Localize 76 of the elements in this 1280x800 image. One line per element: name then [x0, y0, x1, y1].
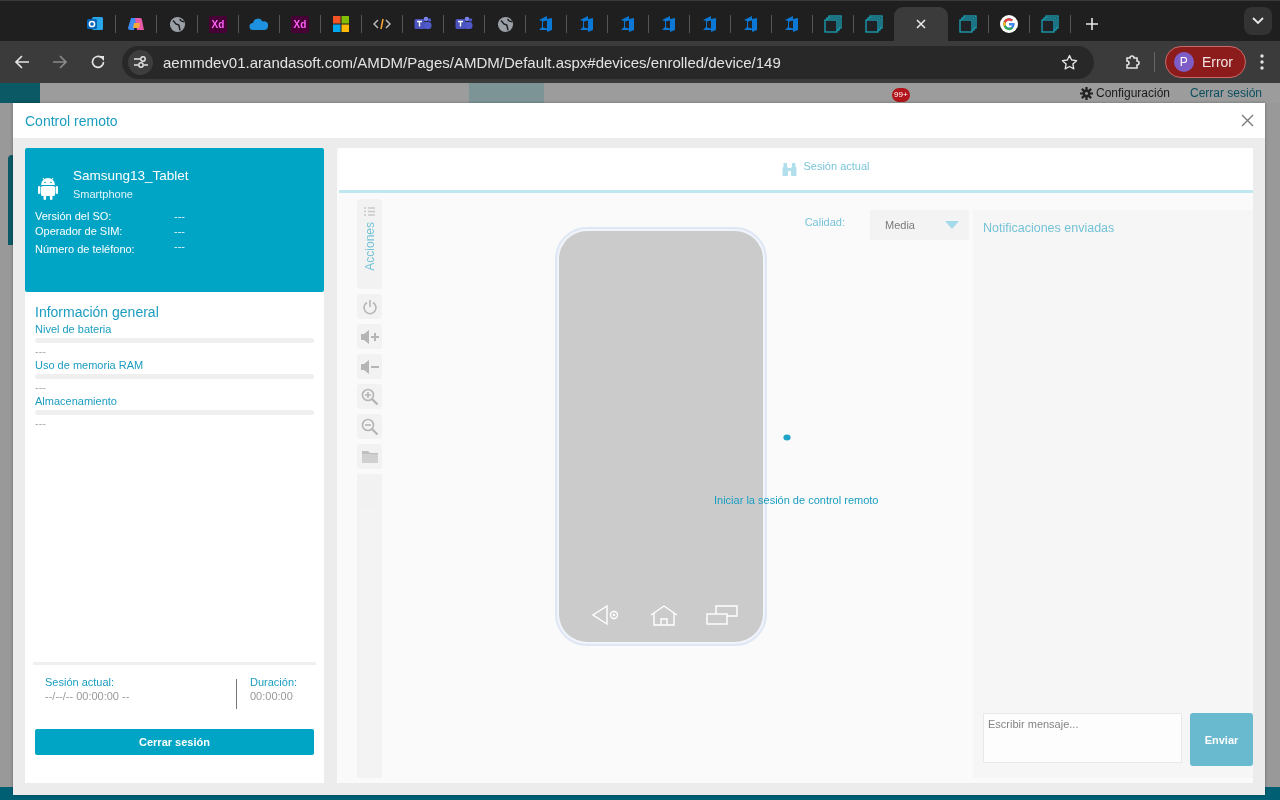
- volume-up-icon: [359, 328, 380, 345]
- address-bar[interactable]: aemmdev01.arandasoft.com/AMDM/Pages/AMDM/Default.aspx#devices/enrolled/device/149: [122, 45, 1094, 79]
- actions-label: Acciones: [362, 222, 377, 271]
- multicolor-g-icon: [1000, 15, 1018, 33]
- session-value: --/--/-- 00:00:00 --: [45, 690, 131, 702]
- stacked-pages-icon: [1040, 15, 1060, 33]
- more-menu-icon[interactable]: [1260, 54, 1264, 70]
- field-value: ---: [174, 225, 186, 237]
- section-title: Información general: [35, 304, 160, 320]
- meter-label: Almacenamiento: [35, 395, 118, 407]
- stacked-pages-icon: [864, 15, 884, 33]
- reload-icon[interactable]: [90, 54, 106, 70]
- field-label: Número de teléfono:: [35, 243, 136, 255]
- app-logo-block: [0, 83, 40, 103]
- meter-reading: ---: [35, 417, 47, 429]
- zoom-out-icon: [360, 417, 379, 436]
- site-settings-icon[interactable]: [128, 49, 153, 75]
- binoculars-icon: [782, 161, 798, 177]
- caret-icon: [945, 221, 959, 229]
- meter-reading: ---: [35, 345, 47, 357]
- design-app-icon: Xd: [209, 15, 227, 33]
- list-icon: [364, 207, 375, 216]
- duration-value: 00:00:00: [250, 690, 294, 702]
- logout-link[interactable]: Cerrar sesión: [1190, 86, 1263, 100]
- code-icon: [373, 17, 391, 31]
- field-value: ---: [174, 240, 186, 254]
- people-app-icon: [414, 16, 432, 32]
- design-app-icon: Xd: [291, 15, 309, 33]
- field-label: Versión del SO:: [35, 210, 113, 222]
- new-tab-icon[interactable]: [1085, 17, 1099, 31]
- puzzle-icon[interactable]: [1123, 53, 1142, 71]
- mail-app-icon: [86, 15, 104, 33]
- globe-icon: [168, 15, 186, 33]
- field-label: Operador de SIM:: [35, 225, 124, 237]
- close-icon[interactable]: [1241, 114, 1254, 127]
- session-label: Sesión actual:: [45, 676, 116, 688]
- stacked-pages-icon: [823, 15, 843, 33]
- globe-icon: [496, 15, 514, 33]
- notifications-title: Notificaciones enviadas: [983, 221, 1116, 235]
- url-text: aemmdev01.arandasoft.com/AMDM/Pages/AMDM/Default.aspx#devices/enrolled/device/149: [163, 53, 782, 71]
- device-type: Smartphone: [73, 188, 134, 200]
- stacked-pages-icon: [958, 15, 978, 33]
- dialog-title: Control remoto: [25, 112, 118, 129]
- forward-icon[interactable]: [52, 54, 68, 70]
- loading-spinner-icon: [783, 434, 791, 441]
- bookmark-star-icon[interactable]: [1060, 53, 1078, 71]
- meter-reading: ---: [35, 381, 47, 393]
- folder-icon: [360, 449, 379, 464]
- notification-badge: 99+: [892, 88, 910, 102]
- active-tab[interactable]: [894, 7, 948, 41]
- chevron-down-icon: [1252, 17, 1264, 25]
- settings-link[interactable]: Configuración: [1096, 86, 1171, 100]
- cloud-icon: [249, 17, 269, 31]
- tab-search-button[interactable]: [1244, 7, 1272, 35]
- home-nav-icon: [649, 604, 679, 626]
- four-squares-icon: [333, 16, 349, 32]
- device-name: Samsung13_Tablet: [73, 168, 189, 183]
- duration-label: Duración:: [250, 676, 298, 688]
- avatar: P: [1173, 52, 1194, 72]
- zoom-in-icon: [360, 387, 379, 406]
- browser-tab[interactable]: Xd: [280, 7, 320, 41]
- recents-nav-icon: [705, 604, 738, 626]
- meter-label: Uso de memoria RAM: [35, 359, 145, 371]
- browser-tab[interactable]: Xd: [198, 7, 238, 41]
- profile-button[interactable]: P Error: [1164, 46, 1246, 78]
- field-value: ---: [174, 210, 186, 222]
- close-session-button[interactable]: Cerrar sesión: [35, 729, 314, 755]
- quality-label: Calidad:: [804, 216, 845, 228]
- back-icon[interactable]: [14, 54, 30, 70]
- people-app-icon: [455, 16, 473, 32]
- settings-icon[interactable]: [1080, 87, 1093, 100]
- meter-label: Nivel de bateria: [35, 323, 113, 335]
- android-icon: [38, 176, 58, 201]
- power-icon: [361, 298, 378, 315]
- swirl-logo-icon: [127, 15, 145, 33]
- volume-down-icon: [359, 358, 380, 375]
